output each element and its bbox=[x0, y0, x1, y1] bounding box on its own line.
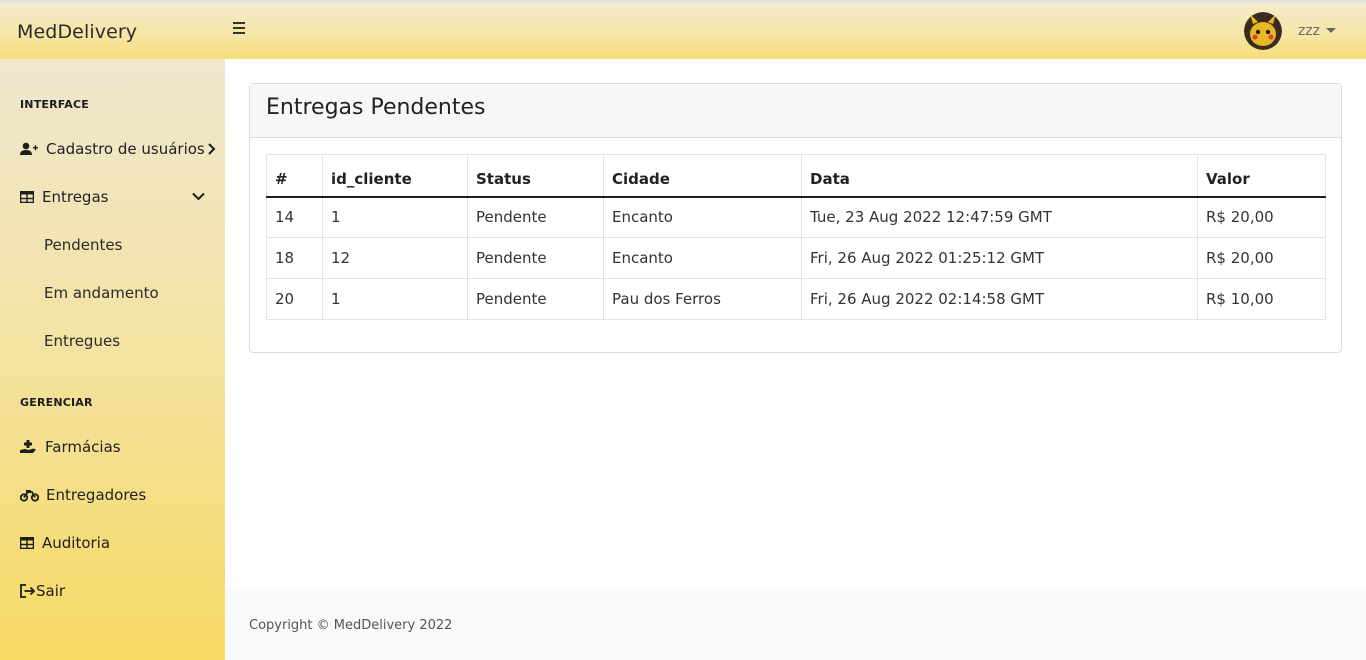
sidebar-item-label: Auditoria bbox=[42, 534, 111, 552]
sidebar-subitem-entregues[interactable]: Entregues bbox=[44, 332, 120, 350]
copyright-text: Copyright © MedDelivery 2022 bbox=[249, 618, 453, 633]
table-cell: 1 bbox=[322, 196, 468, 238]
motorcycle-icon bbox=[20, 488, 39, 502]
sidebar-heading-interface: INTERFACE bbox=[20, 98, 89, 111]
table-cell: R$ 20,00 bbox=[1197, 237, 1326, 279]
sidebar-item-entregadores[interactable]: Entregadores bbox=[20, 486, 146, 504]
sidebar-item-entregas[interactable]: Entregas bbox=[20, 188, 206, 206]
sidebar-subitem-pendentes[interactable]: Pendentes bbox=[44, 236, 122, 254]
table-cell: Pendente bbox=[467, 196, 604, 238]
column-header: Cidade bbox=[603, 154, 802, 198]
pending-deliveries-card: Entregas Pendentes # id_cliente Status C… bbox=[249, 83, 1342, 353]
column-header: Status bbox=[467, 154, 604, 198]
user-dropdown[interactable]: zzz bbox=[1243, 12, 1336, 50]
sidebar-item-label: Sair bbox=[36, 582, 66, 600]
username: zzz bbox=[1297, 23, 1320, 39]
sidebar: INTERFACE Cadastro de usuários Entregas bbox=[0, 59, 225, 660]
sidebar-item-cadastro[interactable]: Cadastro de usuários bbox=[20, 140, 216, 158]
sidebar-item-auditoria[interactable]: Auditoria bbox=[20, 534, 110, 552]
table-cell: 1 bbox=[322, 278, 468, 320]
table-header-row: # id_cliente Status Cidade Data Valor bbox=[266, 154, 1326, 198]
table-cell: 12 bbox=[322, 237, 468, 279]
table-cell: Fri, 26 Aug 2022 01:25:12 GMT bbox=[801, 237, 1198, 279]
sidebar-item-sair[interactable]: Sair bbox=[20, 582, 65, 600]
sidebar-item-label: Cadastro de usuários bbox=[46, 140, 205, 158]
table-cell: R$ 20,00 bbox=[1197, 196, 1326, 238]
top-navbar: MedDelivery zzz bbox=[0, 0, 1366, 59]
table-cell: Encanto bbox=[603, 196, 802, 238]
avatar bbox=[1243, 12, 1282, 50]
column-header: Valor bbox=[1197, 154, 1326, 198]
caret-down-icon bbox=[1326, 27, 1336, 33]
table-icon bbox=[20, 190, 34, 204]
sign-out-icon bbox=[20, 584, 36, 598]
chevron-down-icon bbox=[192, 192, 205, 201]
page-title: Entregas Pendentes bbox=[250, 84, 1341, 138]
table-icon bbox=[20, 536, 34, 550]
sidebar-heading-gerenciar: GERENCIAR bbox=[20, 396, 93, 409]
brand-logo[interactable]: MedDelivery bbox=[17, 21, 137, 43]
sidebar-item-label: Farmácias bbox=[45, 438, 121, 456]
hand-holding-medical-icon bbox=[20, 440, 37, 454]
menu-toggle-icon[interactable] bbox=[233, 22, 247, 36]
table-cell: R$ 10,00 bbox=[1197, 278, 1326, 320]
footer: Copyright © MedDelivery 2022 bbox=[225, 591, 1366, 660]
table-row: 14 1 Pendente Encanto Tue, 23 Aug 2022 1… bbox=[266, 196, 1326, 238]
sidebar-subitem-em-andamento[interactable]: Em andamento bbox=[44, 284, 159, 302]
deliveries-table: # id_cliente Status Cidade Data Valor 14… bbox=[266, 154, 1326, 320]
table-cell: Fri, 26 Aug 2022 02:14:58 GMT bbox=[801, 278, 1198, 320]
table-cell: 14 bbox=[266, 196, 323, 238]
table-row: 20 1 Pendente Pau dos Ferros Fri, 26 Aug… bbox=[266, 278, 1326, 320]
chevron-right-icon bbox=[207, 143, 216, 155]
column-header: Data bbox=[801, 154, 1198, 198]
sidebar-item-label: Entregas bbox=[42, 188, 109, 206]
table-cell: 18 bbox=[266, 237, 323, 279]
table-cell: Pendente bbox=[467, 237, 604, 279]
table-cell: Tue, 23 Aug 2022 12:47:59 GMT bbox=[801, 196, 1198, 238]
table-row: 18 12 Pendente Encanto Fri, 26 Aug 2022 … bbox=[266, 237, 1326, 279]
sidebar-item-label: Entregadores bbox=[46, 486, 147, 504]
table-cell: Pendente bbox=[467, 278, 604, 320]
user-plus-icon bbox=[20, 142, 38, 156]
sidebar-item-farmacias[interactable]: Farmácias bbox=[20, 438, 121, 456]
table-cell: Pau dos Ferros bbox=[603, 278, 802, 320]
column-header: # bbox=[266, 154, 323, 198]
column-header: id_cliente bbox=[322, 154, 468, 198]
table-cell: Encanto bbox=[603, 237, 802, 279]
table-cell: 20 bbox=[266, 278, 323, 320]
